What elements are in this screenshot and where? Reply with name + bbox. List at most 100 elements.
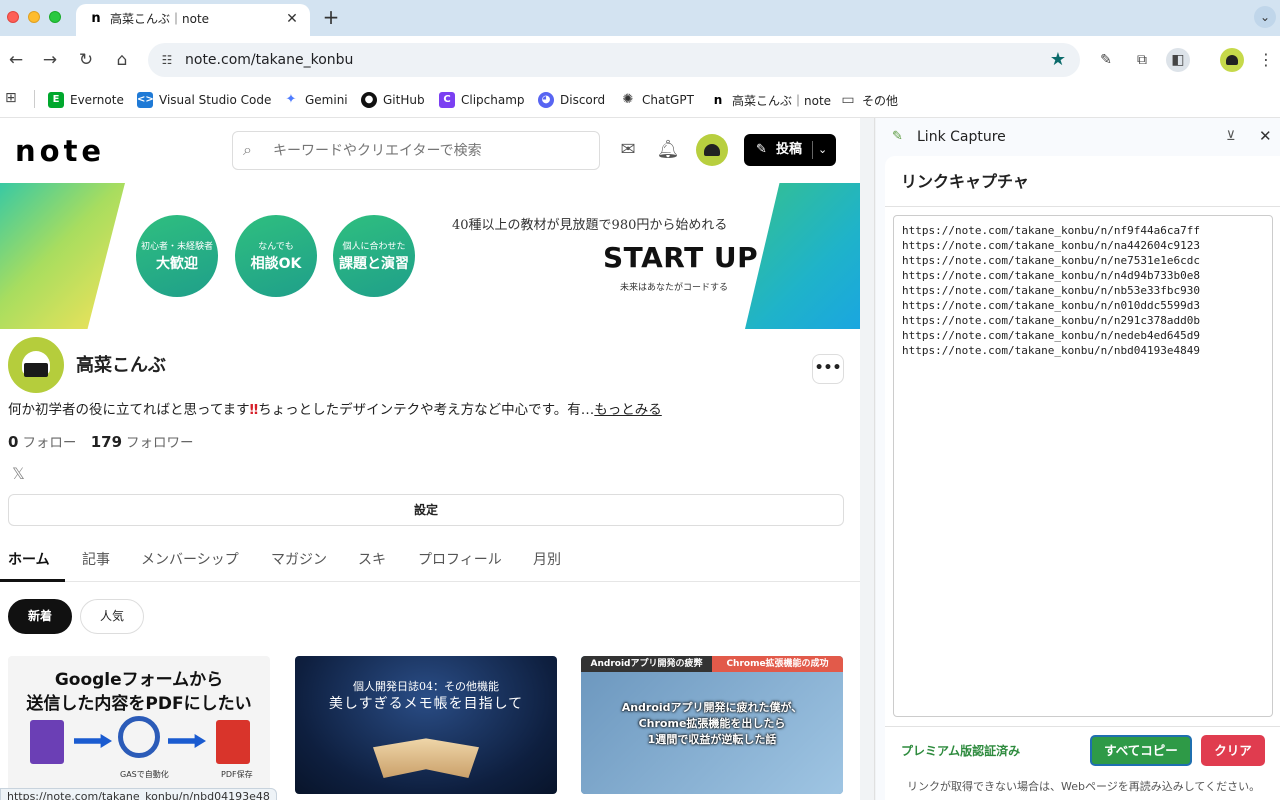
bookmark-discord[interactable]: ◕ Discord <box>538 89 605 111</box>
tab-strip: n 高菜こんぶ｜note ✕ + ⌄ <box>0 0 1280 36</box>
user-avatar[interactable] <box>696 134 728 166</box>
bookmark-clipchamp[interactable]: C Clipchamp <box>439 89 525 111</box>
chatgpt-icon: ✺ <box>620 92 636 108</box>
captured-link: https://note.com/takane_konbu/n/nb53e33f… <box>902 284 1201 297</box>
clear-button[interactable]: クリア <box>1201 735 1265 766</box>
card-title-line: Chrome拡張機能を出したら <box>638 717 786 730</box>
follower-label[interactable]: フォロワー <box>126 435 194 451</box>
bio-more-link[interactable]: もっとみる <box>594 402 662 418</box>
extensions-puzzle-icon[interactable]: ⧉ <box>1130 48 1154 72</box>
home-icon[interactable]: ⌂ <box>110 48 134 72</box>
post-divider <box>812 141 813 159</box>
post-button[interactable]: ✎ 投稿 ⌄ <box>744 134 836 166</box>
chevron-down-icon[interactable]: ⌄ <box>818 141 827 159</box>
address-bar[interactable]: ☷ note.com/takane_konbu ★ <box>148 43 1080 77</box>
clipchamp-icon: C <box>439 92 455 108</box>
card-title-line: Androidアプリ開発に疲れた僕が、 <box>621 701 803 714</box>
bookmark-gemini[interactable]: ✦ Gemini <box>283 89 348 111</box>
google-forms-icon <box>30 720 64 764</box>
bookmark-chatgpt[interactable]: ✺ ChatGPT <box>620 89 694 111</box>
bell-icon[interactable]: 🔔︎ <box>656 138 680 162</box>
bookmark-vscode[interactable]: <> Visual Studio Code <box>137 89 271 111</box>
window-zoom-button[interactable] <box>49 11 61 23</box>
settings-button[interactable]: 設定 <box>8 494 844 526</box>
banner-circle-big: 課題と演習 <box>339 256 409 272</box>
profile-avatar[interactable] <box>1220 48 1244 72</box>
bookmark-label: Visual Studio Code <box>159 93 272 107</box>
banner-subtitle: 未来はあなたがコードする <box>620 283 729 293</box>
reload-icon[interactable]: ↻ <box>74 48 98 72</box>
github-icon: ● <box>361 92 377 108</box>
tab-magazine[interactable]: マガジン <box>271 550 327 570</box>
tab-home[interactable]: ホーム <box>8 550 50 570</box>
tab-profile[interactable]: プロフィール <box>418 550 502 570</box>
new-tab-button[interactable]: + <box>320 6 342 28</box>
creator-name: 高菜こんぶ <box>76 355 166 376</box>
article-card[interactable]: Googleフォームから 送信した内容をPDFにしたい GASで自動化 PDF保… <box>8 656 270 794</box>
apps-grid-icon[interactable]: ⊞ <box>5 90 21 106</box>
article-card[interactable]: 個人開発日誌04：その他機能 美しすぎるメモ帳を目指して <box>295 656 557 794</box>
address-url[interactable]: note.com/takane_konbu <box>185 51 353 69</box>
tab-search-chevron-icon[interactable]: ⌄ <box>1254 6 1276 28</box>
card-title-line: Googleフォームから <box>54 670 224 690</box>
filter-popular-chip[interactable]: 人気 <box>80 599 144 634</box>
x-twitter-icon[interactable]: 𝕏 <box>12 464 25 484</box>
link-capture-card: リンクキャプチャ https://note.com/takane_konbu/n… <box>885 156 1280 800</box>
filter-new-chip[interactable]: 新着 <box>8 599 72 634</box>
bookmark-evernote[interactable]: E Evernote <box>48 89 124 111</box>
captured-link: https://note.com/takane_konbu/n/nf9f44a6… <box>902 224 1201 237</box>
more-options-button[interactable]: ••• <box>812 354 844 384</box>
post-label: 投稿 <box>776 142 803 157</box>
forward-arrow-icon[interactable]: → <box>38 48 62 72</box>
pin-icon[interactable]: ⊻ <box>1226 128 1236 146</box>
browser-menu-icon[interactable]: ⋮ <box>1258 48 1274 72</box>
bookmarks-separator <box>34 90 35 108</box>
tab-note-profile[interactable]: n 高菜こんぶ｜note ✕ <box>76 4 310 36</box>
captured-link: https://note.com/takane_konbu/n/na442604… <box>902 239 1201 252</box>
bookmark-folder-other[interactable]: ▭ その他 <box>840 89 898 111</box>
side-panel-icon[interactable]: ◧ <box>1166 48 1190 72</box>
tab-title: 高菜こんぶ｜note <box>110 12 210 26</box>
tab-membership[interactable]: メンバーシップ <box>141 550 239 570</box>
link-capture-extension-icon[interactable]: ✎ <box>1094 48 1118 72</box>
bookmark-github[interactable]: ● GitHub <box>361 89 425 111</box>
tab-close-icon[interactable]: ✕ <box>284 11 300 27</box>
card-caption: PDF保存 <box>221 770 253 779</box>
search-box[interactable]: ⌕ <box>232 131 600 170</box>
link-capture-icon: ✎ <box>892 129 903 144</box>
discord-icon: ◕ <box>538 92 554 108</box>
captured-links-textarea[interactable]: https://note.com/takane_konbu/n/nf9f44a6… <box>893 215 1273 717</box>
follow-count[interactable]: 0 <box>8 433 18 451</box>
banner-circle: 個人に合わせた 課題と演習 <box>333 215 415 297</box>
site-settings-icon[interactable]: ☷ <box>158 51 176 69</box>
close-icon[interactable]: ✕ <box>1259 127 1272 145</box>
bookmarks-bar: ⊞ E Evernote <> Visual Studio Code ✦ Gem… <box>0 84 1280 118</box>
note-logo[interactable]: note <box>15 134 105 168</box>
gemini-icon: ✦ <box>283 92 299 108</box>
window-minimize-button[interactable] <box>28 11 40 23</box>
creator-avatar[interactable] <box>8 337 64 393</box>
card-title-line: 1週間で収益が逆転した話 <box>647 733 777 746</box>
banner-title: START UP <box>603 241 759 274</box>
follow-label[interactable]: フォロー <box>22 435 76 451</box>
premium-status: プレミアム版認証済み <box>901 744 1021 758</box>
bookmark-label: ChatGPT <box>642 93 694 107</box>
banner-circle-small: 個人に合わせた <box>342 242 406 252</box>
window-close-button[interactable] <box>7 11 19 23</box>
mail-icon[interactable]: ✉ <box>616 138 640 162</box>
article-card[interactable]: Androidアプリ開発の疲弊 Chrome拡張機能の成功 Androidアプリ… <box>581 656 843 794</box>
header-banner[interactable]: 初心者・未経験者 大歓迎 なんでも 相談OK 個人に合わせた 課題と演習 40種… <box>0 183 860 329</box>
tab-monthly[interactable]: 月別 <box>533 550 561 570</box>
bookmark-note[interactable]: n 高菜こんぶ｜note <box>710 89 831 111</box>
search-input[interactable] <box>273 140 583 162</box>
tab-likes[interactable]: スキ <box>358 550 386 570</box>
side-panel-resize-handle[interactable] <box>860 118 876 800</box>
copy-all-button[interactable]: すべてコピー <box>1090 735 1192 766</box>
back-arrow-icon[interactable]: ← <box>4 48 28 72</box>
side-panel-title[interactable]: Link Capture <box>917 128 1006 146</box>
banner-tagline: 40種以上の教材が見放題で980円から始めれる <box>452 218 728 233</box>
follower-count[interactable]: 179 <box>91 433 122 451</box>
tab-articles[interactable]: 記事 <box>82 550 110 570</box>
bookmark-star-icon[interactable]: ★ <box>1050 50 1066 70</box>
captured-link: https://note.com/takane_konbu/n/nedeb4ed… <box>902 329 1201 342</box>
